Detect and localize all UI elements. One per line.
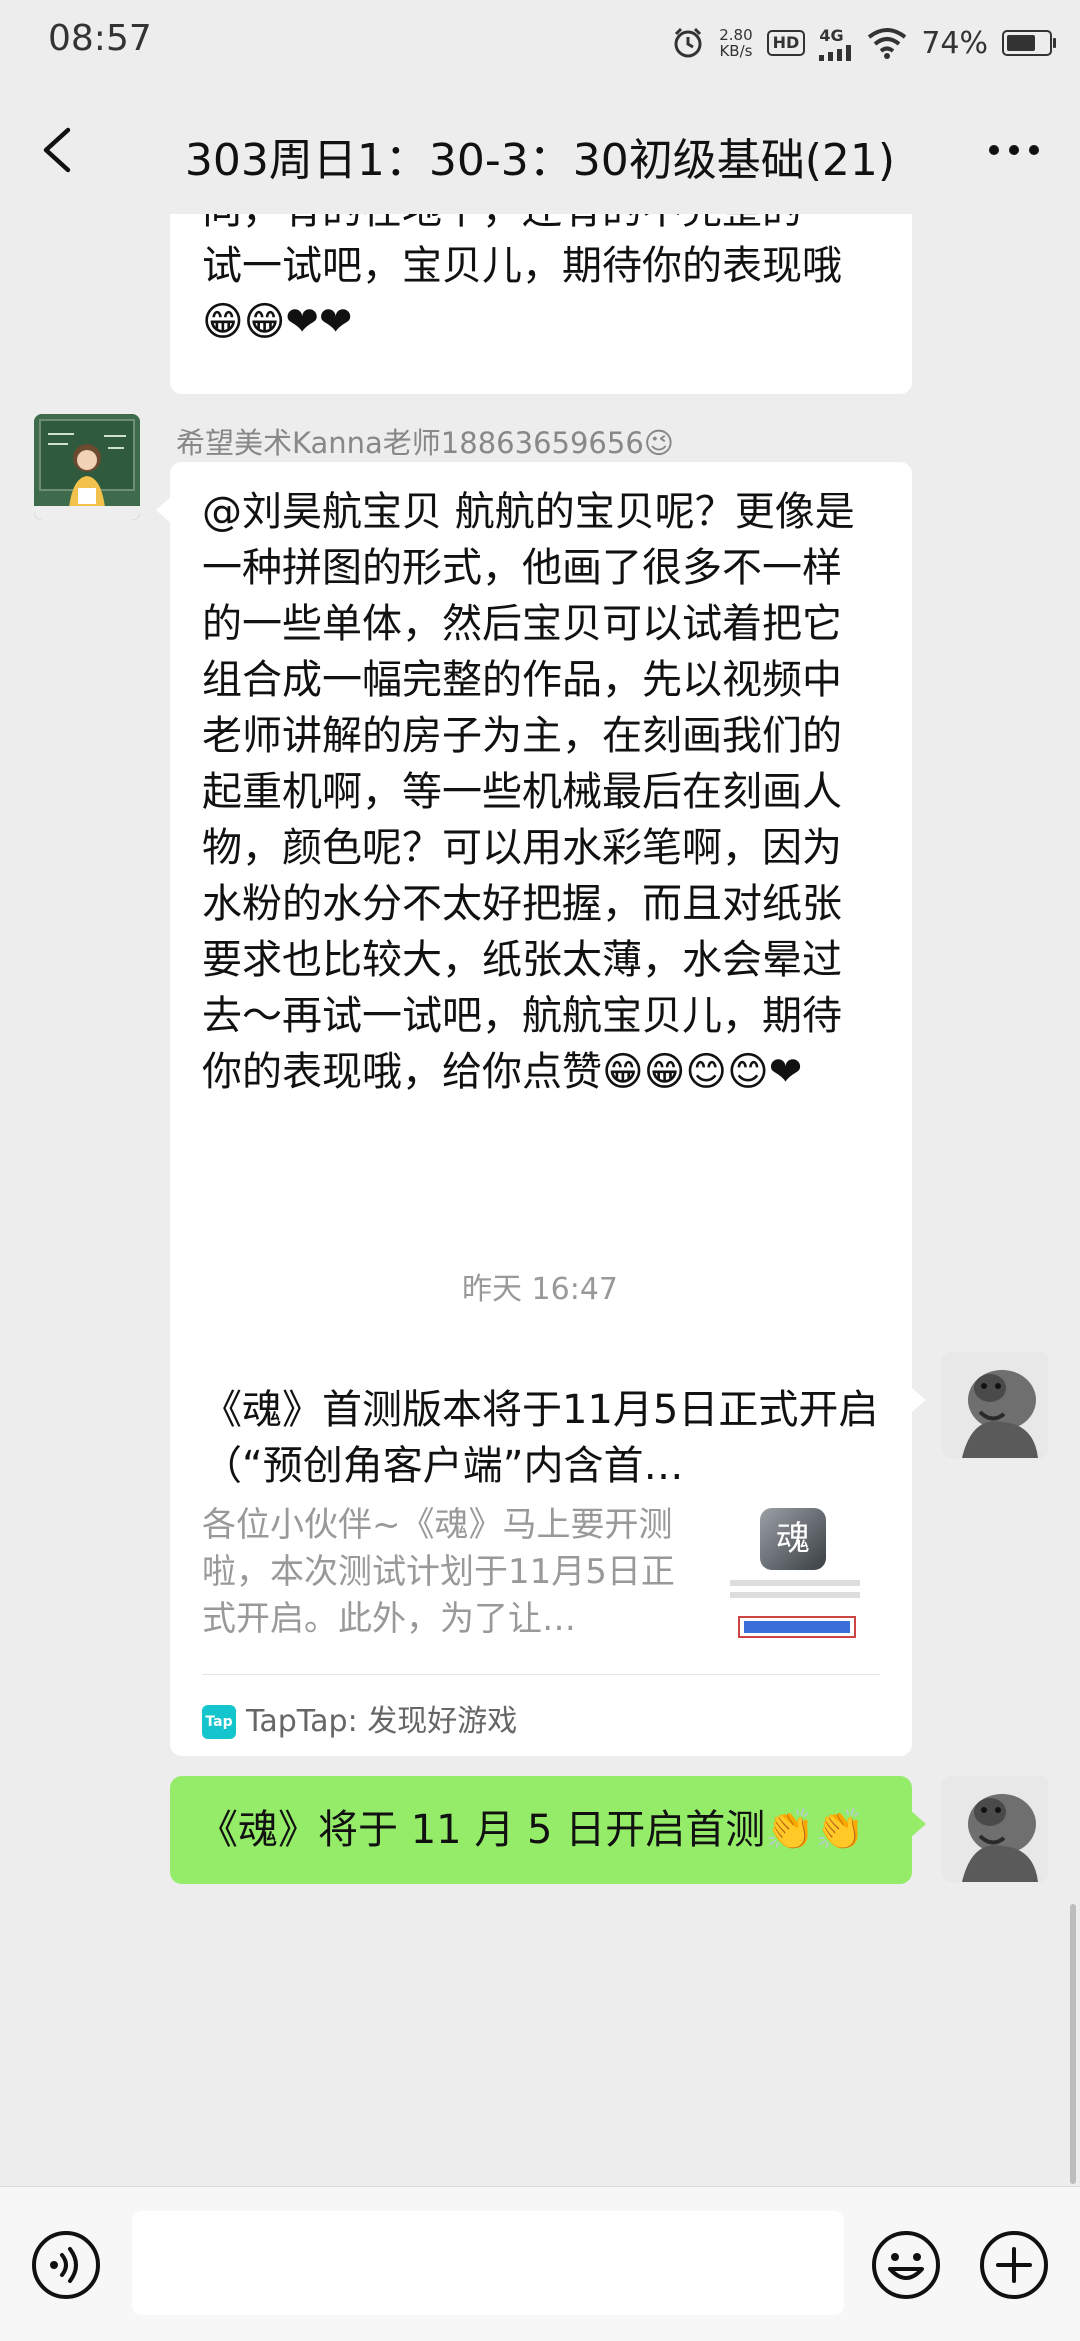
chat-title: 303周日1：30-3：30初级基础(21)	[184, 135, 896, 186]
voice-icon[interactable]	[30, 2229, 102, 2301]
avatar-user[interactable]	[942, 1776, 1048, 1882]
teacher-avatar-image	[34, 414, 140, 520]
message-text: 向，有的在地下，还有的不完整的～试一试吧，宝贝儿，期待你的表现哦😁😁❤❤	[202, 214, 842, 345]
user-avatar-image	[942, 1776, 1048, 1882]
timestamp-text: 昨天 16:47	[462, 1272, 618, 1307]
message-input[interactable]	[132, 2211, 844, 2315]
more-dots-icon[interactable]	[984, 128, 1044, 172]
status-icons: 2.80 KB/s HD 4G 74%	[671, 20, 1056, 66]
network-speed: 2.80 KB/s	[719, 27, 752, 59]
link-source-text: TapTap: 发现好游戏	[246, 1704, 518, 1739]
status-time: 08:57	[48, 18, 152, 59]
taptap-icon: Tap	[202, 1705, 236, 1739]
message-bubble-partial[interactable]: 向，有的在地下，还有的不完整的～试一试吧，宝贝儿，期待你的表现哦😁😁❤❤	[170, 214, 912, 394]
thumbnail-text-line	[730, 1580, 860, 1586]
input-bar	[0, 2186, 1080, 2341]
battery-fill	[1007, 35, 1035, 51]
thumbnail-text-line	[730, 1592, 860, 1598]
battery-icon	[1002, 30, 1056, 56]
status-bar: 08:57 2.80 KB/s HD 4G 74%	[0, 0, 1080, 86]
chevron-left-icon[interactable]	[32, 122, 88, 178]
alarm-icon	[674, 27, 702, 58]
plus-icon[interactable]	[978, 2229, 1050, 2301]
hd-badge: HD	[766, 30, 806, 56]
network-speed-unit: KB/s	[719, 42, 753, 60]
message-timestamp: 昨天 16:47	[0, 1264, 1080, 1308]
sender-name: 希望美术Kanna老师18863659656😉	[176, 426, 674, 460]
message-text: 《魂》将于 11 月 5 日开启首测👏👏	[198, 1807, 865, 1853]
link-card-divider	[202, 1674, 880, 1675]
scrollbar[interactable]	[1070, 1904, 1076, 2184]
signal-bars-icon	[819, 44, 852, 61]
game-app-icon: 魂	[760, 1508, 826, 1570]
user-avatar-image	[942, 1352, 1048, 1458]
thumbnail-button	[738, 1616, 856, 1638]
link-card-description: 各位小伙伴~《魂》马上要开测啦，本次测试计划于11月5日正式开启。此外，为了让…	[202, 1505, 675, 1639]
message-list[interactable]: 向，有的在地下，还有的不完整的～试一试吧，宝贝儿，期待你的表现哦😁😁❤❤ 希望美…	[0, 214, 1080, 2186]
message-bubble-sent[interactable]: 《魂》将于 11 月 5 日开启首测👏👏	[170, 1776, 926, 1884]
network-speed-value: 2.80	[719, 26, 753, 44]
wifi-icon	[868, 28, 907, 59]
chat-header: 303周日1：30-3：30初级基础(21)	[0, 86, 1080, 214]
message-text: @刘昊航宝贝 航航的宝贝呢？更像是一种拼图的形式，他画了很多不一样的一些单体，然…	[202, 489, 855, 1095]
cell-signal: 4G	[819, 26, 853, 61]
avatar-user[interactable]	[942, 1352, 1048, 1458]
emoji-icon[interactable]	[870, 2229, 942, 2301]
link-card-thumbnail: 魂	[730, 1502, 860, 1644]
avatar-teacher[interactable]	[34, 414, 140, 520]
battery-percent: 74%	[921, 25, 988, 61]
link-card-title: 《魂》首测版本将于11月5日正式开启（“预创角客户端”内含首…	[202, 1387, 879, 1489]
link-card-source: Tap TapTap: 发现好游戏	[202, 1694, 517, 1750]
link-card[interactable]: 《魂》首测版本将于11月5日正式开启（“预创角客户端”内含首… 各位小伙伴~《魂…	[170, 1352, 926, 1756]
network-type: 4G	[819, 25, 844, 45]
